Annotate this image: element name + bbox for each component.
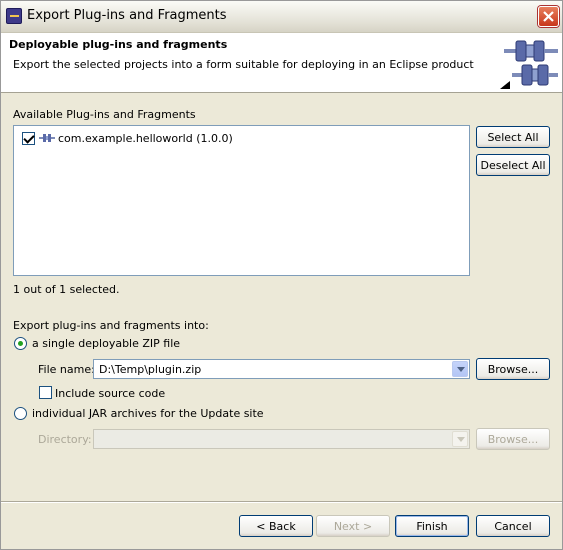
include-source-checkbox[interactable]: [39, 386, 52, 399]
wizard-banner: Deployable plug-ins and fragments Export…: [1, 33, 562, 93]
plugin-checkbox[interactable]: [22, 131, 35, 145]
zip-option-label[interactable]: a single deployable ZIP file: [32, 337, 180, 350]
banner-message: Export the selected projects into a form…: [13, 58, 474, 71]
banner-title: Deployable plug-ins and fragments: [9, 38, 228, 51]
jar-option-radio[interactable]: [14, 407, 27, 420]
title-bar: Export Plug-ins and Fragments: [1, 1, 562, 33]
selection-status: 1 out of 1 selected.: [13, 283, 120, 296]
jar-browse-button[interactable]: Browse...: [476, 428, 550, 450]
include-source-label[interactable]: Include source code: [55, 387, 165, 400]
select-all-button[interactable]: Select All: [476, 126, 550, 148]
plugin-icon: [39, 134, 55, 142]
directory-label: Directory:: [38, 433, 92, 446]
finish-button[interactable]: Finish: [395, 515, 469, 537]
plugin-export-wizard-icon: [500, 40, 558, 89]
chevron-down-icon[interactable]: [452, 431, 468, 447]
zip-option-radio[interactable]: [14, 337, 27, 350]
cancel-button[interactable]: Cancel: [476, 515, 550, 537]
chevron-down-icon[interactable]: [452, 361, 468, 377]
eclipse-app-icon: [6, 8, 22, 24]
close-button[interactable]: [538, 6, 559, 27]
deselect-all-button[interactable]: Deselect All: [476, 154, 550, 176]
plugins-list-label: Available Plug-ins and Fragments: [13, 108, 196, 121]
export-destination-label: Export plug-ins and fragments into:: [13, 319, 209, 332]
list-item[interactable]: com.example.helloworld (1.0.0): [22, 130, 233, 146]
directory-combo[interactable]: [93, 429, 470, 449]
back-button[interactable]: < Back: [239, 515, 313, 537]
plugins-list[interactable]: com.example.helloworld (1.0.0): [13, 125, 470, 276]
file-name-combo[interactable]: D:\Temp\plugin.zip: [93, 359, 470, 379]
close-icon: [543, 11, 554, 22]
zip-browse-button[interactable]: Browse...: [476, 358, 550, 380]
file-name-value[interactable]: D:\Temp\plugin.zip: [99, 363, 201, 376]
window-title: Export Plug-ins and Fragments: [27, 8, 227, 23]
export-dialog: Export Plug-ins and Fragments Deployable…: [0, 0, 563, 550]
jar-option-label[interactable]: individual JAR archives for the Update s…: [32, 407, 264, 420]
footer-separator: [1, 501, 562, 503]
next-button[interactable]: Next >: [316, 515, 390, 537]
plugin-name: com.example.helloworld (1.0.0): [58, 131, 233, 145]
file-name-label: File name:: [38, 363, 95, 376]
